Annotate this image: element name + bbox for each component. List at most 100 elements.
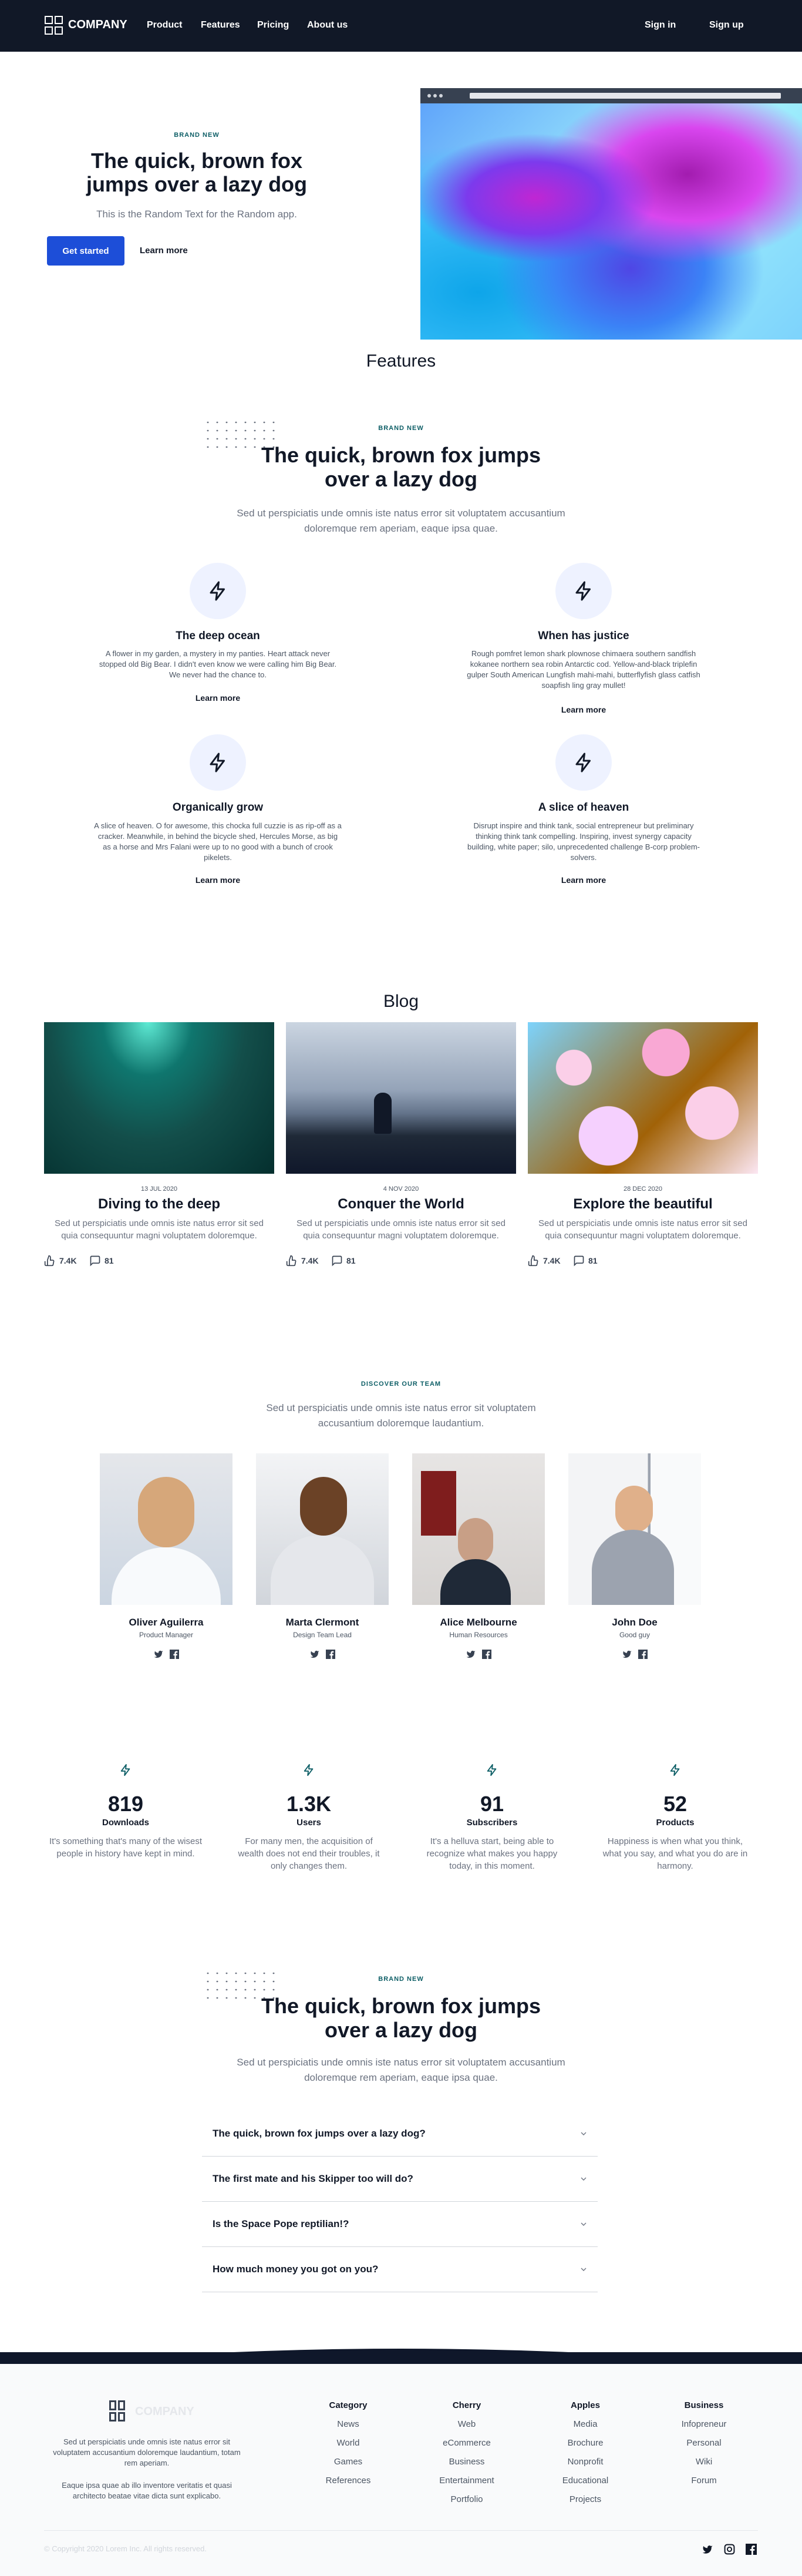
feature-icon-circle [555, 563, 612, 619]
feature-desc-line: solvers. [570, 853, 597, 862]
footer-brand-name[interactable]: COMPANY [135, 2405, 194, 2419]
nav-about-us[interactable]: About us [307, 20, 348, 31]
twitter-icon[interactable] [309, 1650, 320, 1659]
stat-desc-line: only changes them. [270, 1861, 348, 1871]
footer-column-title: Cherry [452, 2400, 481, 2410]
footer-link[interactable]: World [301, 2438, 395, 2448]
features-desc-line-2: doloremque rem aperiam, eaque ipsa quae. [304, 523, 498, 534]
hero-learn-more-link[interactable]: Learn more [140, 246, 188, 256]
stat-label: Users [296, 1818, 321, 1828]
blog-desc-line: Sed ut perspiciatis unde omnis iste natu… [54, 1218, 264, 1228]
faq-item[interactable]: Is the Space Pope reptilian!? [202, 2202, 598, 2247]
team-desc-line: Sed ut perspiciatis unde omnis iste natu… [266, 1402, 536, 1413]
footer-link[interactable]: Educational [538, 2476, 632, 2486]
facebook-icon[interactable] [170, 1650, 179, 1659]
footer-link[interactable]: Entertainment [420, 2476, 514, 2486]
like-button[interactable]: 7.4K [528, 1255, 561, 1267]
twitter-icon[interactable] [702, 2544, 713, 2555]
facebook-icon[interactable] [326, 1650, 335, 1659]
feature-learn-more-link[interactable]: Learn more [525, 875, 642, 885]
comment-count: 81 [588, 1256, 598, 1265]
like-button[interactable]: 7.4K [44, 1255, 77, 1267]
logo-icon[interactable] [45, 16, 63, 35]
footer-link[interactable]: Nonprofit [538, 2457, 632, 2467]
team-member-role: Human Resources [449, 1631, 508, 1639]
footer-link[interactable]: Projects [538, 2494, 632, 2504]
nav-features[interactable]: Features [201, 20, 240, 31]
stat-number: 819 [107, 1792, 144, 1816]
faq-item[interactable]: The first mate and his Skipper too will … [202, 2157, 598, 2202]
comment-count: 81 [346, 1256, 356, 1265]
facebook-icon[interactable] [746, 2544, 757, 2555]
footer-link[interactable]: Brochure [538, 2438, 632, 2448]
instagram-icon[interactable] [724, 2544, 735, 2555]
twitter-icon[interactable] [466, 1650, 476, 1659]
feature-learn-more-link[interactable]: Learn more [525, 705, 642, 714]
team-social-links [100, 1650, 232, 1659]
footer-link[interactable]: Personal [657, 2438, 751, 2448]
sign-up-link[interactable]: Sign up [709, 20, 744, 31]
nav-pricing[interactable]: Pricing [257, 20, 289, 31]
faq-desc-line: doloremque rem aperiam, eaque ipsa quae. [304, 2072, 498, 2083]
blog-desc-line: Sed ut perspiciatis unde omnis iste natu… [296, 1218, 506, 1228]
faq-title: The quick, brown fox jumps over a lazy d… [0, 1994, 802, 2042]
team-description: Sed ut perspiciatis unde omnis iste natu… [0, 1400, 802, 1431]
twitter-icon[interactable] [153, 1650, 164, 1659]
blog-post-title[interactable]: Diving to the deep [44, 1196, 274, 1213]
footer-link[interactable]: Games [301, 2457, 395, 2467]
team-member-role: Design Team Lead [293, 1631, 352, 1639]
feature-learn-more-link[interactable]: Learn more [159, 875, 277, 885]
footer-link[interactable]: References [301, 2476, 395, 2486]
stat-desc-line: It's a helluva start, being able to [430, 1836, 554, 1846]
like-button[interactable]: 7.4K [286, 1255, 319, 1267]
nav-product[interactable]: Product [147, 20, 182, 31]
feature-title: The deep ocean [176, 630, 260, 642]
comment-icon [574, 1255, 584, 1267]
person-shirt [112, 1547, 221, 1605]
like-count: 7.4K [301, 1256, 319, 1265]
like-count: 7.4K [59, 1256, 77, 1265]
stat-desc-line: recognize what makes you happy [426, 1849, 558, 1859]
blog-image-blossoms[interactable] [528, 1022, 758, 1174]
feature-icon-circle [190, 563, 246, 619]
faq-item[interactable]: The quick, brown fox jumps over a lazy d… [202, 2111, 598, 2157]
blog-image-ocean[interactable] [44, 1022, 274, 1174]
comment-button[interactable]: 81 [573, 1255, 598, 1267]
faq-question: How much money you got on you? [213, 2263, 379, 2275]
blog-image-mountain[interactable] [286, 1022, 516, 1174]
bolt-icon [575, 753, 591, 773]
sign-in-link[interactable]: Sign in [645, 20, 676, 31]
footer-link[interactable]: Forum [657, 2476, 751, 2486]
blog-post-title[interactable]: Explore the beautiful [528, 1196, 758, 1213]
footer-link[interactable]: News [301, 2419, 395, 2429]
footer-logo-icon[interactable] [109, 2400, 126, 2421]
feature-learn-more-link[interactable]: Learn more [159, 693, 277, 703]
feature-icon-circle [190, 734, 246, 791]
get-started-button[interactable]: Get started [47, 236, 124, 266]
hero-title: The quick, brown fox jumps over a lazy d… [59, 149, 335, 196]
footer-link[interactable]: Business [420, 2457, 514, 2467]
footer-link[interactable]: Web [420, 2419, 514, 2429]
blog-post-date: 28 DEC 2020 [623, 1185, 663, 1193]
stat-desc-line: harmony. [657, 1861, 693, 1871]
facebook-icon[interactable] [638, 1650, 648, 1659]
stat-bolt-icon [120, 1764, 130, 1776]
blog-post-title[interactable]: Conquer the World [286, 1196, 516, 1213]
feature-description: A flower in my garden, a mystery in my p… [77, 649, 359, 680]
stat-desc-line: today, in this moment. [449, 1861, 535, 1871]
footer-link[interactable]: Wiki [657, 2457, 751, 2467]
brand-name[interactable]: COMPANY [68, 18, 127, 32]
footer-link[interactable]: Portfolio [420, 2494, 514, 2504]
browser-toolbar [420, 88, 802, 103]
comment-button[interactable]: 81 [331, 1255, 356, 1267]
footer-link[interactable]: Media [538, 2419, 632, 2429]
twitter-icon[interactable] [622, 1650, 632, 1659]
faq-item[interactable]: How much money you got on you? [202, 2247, 598, 2292]
footer-link[interactable]: eCommerce [420, 2438, 514, 2448]
chevron-down-icon [581, 2177, 587, 2181]
top-navbar: COMPANY Product Features Pricing About u… [0, 0, 802, 52]
facebook-icon[interactable] [482, 1650, 491, 1659]
footer-link[interactable]: Infopreneur [657, 2419, 751, 2429]
comment-button[interactable]: 81 [89, 1255, 114, 1267]
person-face [300, 1477, 347, 1536]
